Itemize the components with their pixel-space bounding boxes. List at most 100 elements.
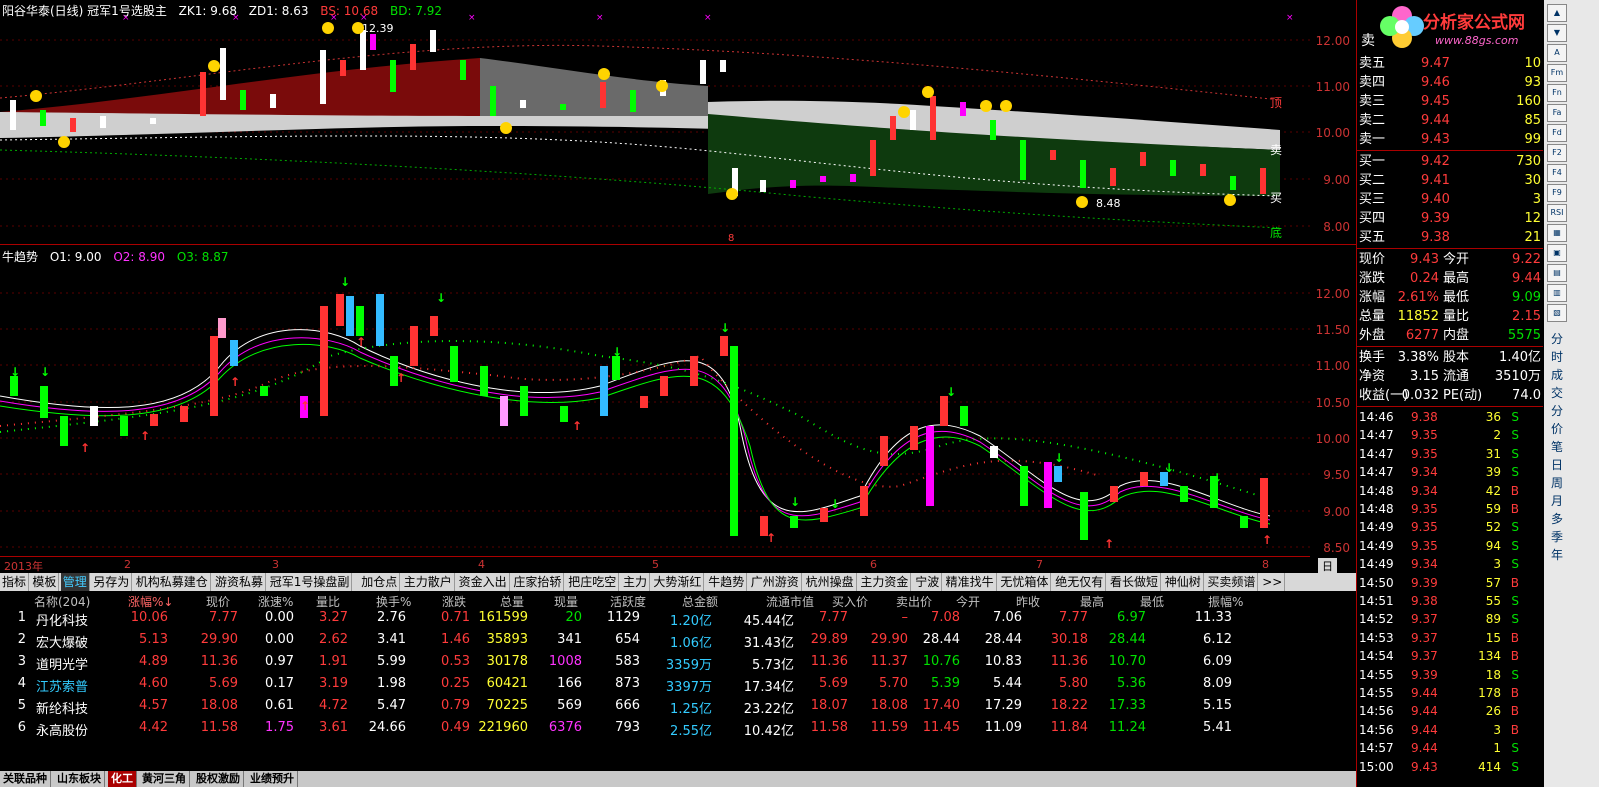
sector-tab[interactable]: 黄河三角 [139, 771, 190, 787]
indicator-tab[interactable]: 另存为 [91, 573, 133, 591]
side-tool-button[interactable]: ▣ [1547, 244, 1567, 262]
bid-level-row[interactable]: 买五 9.38 21 [1357, 228, 1543, 247]
indicator-tab[interactable]: 把庄吃空 [566, 573, 620, 591]
bid-level-row[interactable]: 买四 9.39 12 [1357, 209, 1543, 228]
sector-tab[interactable]: 山东板块 [54, 771, 105, 787]
indicator-tab[interactable]: 主力资金 [858, 573, 912, 591]
indicator-tab[interactable]: 牛趋势 [706, 573, 748, 591]
column-header[interactable]: 昨收 [1016, 593, 1040, 610]
side-tool-button[interactable]: ▤ [1547, 264, 1567, 282]
column-header[interactable]: 量比 [316, 593, 340, 610]
indicator-tab[interactable]: 买卖频谱 [1205, 573, 1259, 591]
column-header[interactable]: 现价 [206, 593, 230, 610]
tick-row[interactable]: 14:48 9.35 59 B [1357, 500, 1543, 518]
table-row[interactable]: 2 宏大爆破 5.13 29.90 0.00 2.62 3.41 1.46 35893 341 65… [0, 632, 1356, 653]
table-row[interactable]: 4 江苏索普 4.60 5.69 0.17 3.19 1.98 0.25 60421 166 873… [0, 676, 1356, 697]
period-vertical-tab[interactable]: 成 [1548, 366, 1566, 383]
indicator-tab[interactable]: >> [1260, 573, 1286, 591]
indicator-tab[interactable]: 冠军1号操盘副 [268, 573, 353, 591]
indicator-tab[interactable]: 模板 [30, 573, 60, 591]
period-vertical-tab[interactable]: 价 [1548, 420, 1566, 437]
period-vertical-tab[interactable]: 分 [1548, 330, 1566, 347]
tick-row[interactable]: 14:48 9.34 42 B [1357, 482, 1543, 500]
tick-row[interactable]: 14:49 9.35 52 S [1357, 518, 1543, 536]
column-header[interactable]: 现量 [554, 593, 578, 610]
ask-level-row[interactable]: 卖一 9.43 99 [1357, 130, 1543, 149]
trend-indicator-svg[interactable]: ↓ ↓ ↑ ↑ ↑ ↑ ↓ ↑ ↑ ↓ ↓ ↑ ↓ ↓ ↑ ↓ ↓ ↓ ↓ ↑ ↓ ↓ ↑ [0, 246, 1310, 552]
tick-row[interactable]: 14:47 9.34 39 S [1357, 463, 1543, 481]
indicator-tab[interactable]: 杭州操盘 [804, 573, 857, 591]
tick-row[interactable]: 14:49 9.34 3 S [1357, 555, 1543, 573]
tick-row[interactable]: 14:57 9.44 1 S [1357, 739, 1543, 757]
column-header[interactable]: 换手% [376, 593, 411, 610]
indicator-tab[interactable]: 无忧箱体 [998, 573, 1052, 591]
ask-level-row[interactable]: 卖五 9.47 10 [1357, 54, 1543, 73]
period-vertical-tab[interactable]: 多 [1548, 510, 1566, 527]
indicator-tab[interactable]: 机构私募建仓 [134, 573, 211, 591]
column-header[interactable]: 总量 [500, 593, 524, 610]
sector-tab[interactable]: 业绩预升 [247, 771, 298, 787]
indicator-tab[interactable]: 资金入出 [457, 573, 510, 591]
period-vertical-tab[interactable]: 笔 [1548, 438, 1566, 455]
indicator-tab[interactable]: 庄家抬轿 [511, 573, 565, 591]
side-tool-button[interactable]: Fm [1547, 64, 1567, 82]
side-tool-button[interactable]: Fd [1547, 124, 1567, 142]
tick-row[interactable]: 14:50 9.39 57 B [1357, 574, 1543, 592]
period-vertical-tab[interactable]: 交 [1548, 384, 1566, 401]
tick-row[interactable]: 14:51 9.38 55 S [1357, 592, 1543, 610]
indicator-tab[interactable]: 看长做短 [1108, 573, 1162, 591]
column-header[interactable]: 涨跌 [442, 593, 466, 610]
tick-row[interactable]: 14:55 9.39 18 S [1357, 666, 1543, 684]
tick-row[interactable]: 14:49 9.35 94 S [1357, 537, 1543, 555]
column-header[interactable]: 卖出价 [896, 593, 932, 610]
indicator-tab[interactable]: 绝无仅有 [1053, 573, 1107, 591]
side-tool-button[interactable]: F4 [1547, 164, 1567, 182]
indicator-tab[interactable]: 管理 [60, 573, 90, 591]
sector-tab[interactable]: 化工 [108, 771, 137, 787]
indicator-tab[interactable]: 神仙树 [1163, 573, 1204, 591]
period-vertical-tab[interactable]: 时 [1548, 348, 1566, 365]
tick-row[interactable]: 14:47 9.35 2 S [1357, 426, 1543, 444]
main-kline-chart[interactable]: × × × × × × × × 阳谷华泰(日线) 冠军1号选股主 ZK1: 9.68 ZD1:… [0, 0, 1310, 244]
side-tool-button[interactable]: Fn [1547, 84, 1567, 102]
indicator-tab[interactable]: 宁波 [913, 573, 943, 591]
column-header[interactable]: 流通市值 [766, 593, 814, 610]
ask-level-row[interactable]: 卖三 9.45 160 [1357, 92, 1543, 111]
tick-row[interactable]: 14:52 9.37 89 S [1357, 610, 1543, 628]
indicator-tab[interactable]: 加仓点 [359, 573, 401, 591]
sector-tab[interactable]: 关联品种 [0, 771, 51, 787]
side-tool-button[interactable]: RSI [1547, 204, 1567, 222]
column-header[interactable]: 最高 [1080, 593, 1104, 610]
column-header[interactable]: 总金额 [682, 593, 718, 610]
side-tool-button[interactable]: ▼ [1547, 24, 1567, 42]
bid-level-row[interactable]: 买三 9.40 3 [1357, 190, 1543, 209]
period-vertical-tab[interactable]: 日 [1548, 456, 1566, 473]
column-header[interactable]: 买入价 [832, 593, 868, 610]
indicator-tab[interactable]: 广州游资 [749, 573, 802, 591]
side-tool-button[interactable]: ▥ [1547, 284, 1567, 302]
indicator-tab[interactable]: 主力 [621, 573, 651, 591]
side-tool-button[interactable]: ▲ [1547, 4, 1567, 22]
period-vertical-tab[interactable]: 分 [1548, 402, 1566, 419]
tick-row[interactable]: 15:00 9.43 414 S [1357, 758, 1543, 776]
tick-row[interactable]: 14:47 9.35 31 S [1357, 445, 1543, 463]
table-row[interactable]: 5 新纶科技 4.57 18.08 0.61 4.72 5.47 0.79 70225 569 66… [0, 698, 1356, 719]
side-tool-button[interactable]: Fa [1547, 104, 1567, 122]
bid-level-row[interactable]: 买二 9.41 30 [1357, 171, 1543, 190]
period-vertical-tab[interactable]: 季 [1548, 528, 1566, 545]
column-header[interactable]: 涨速% [258, 593, 293, 610]
side-tool-button[interactable]: ▦ [1547, 224, 1567, 242]
tick-row[interactable]: 14:46 9.38 36 S [1357, 408, 1543, 426]
table-row[interactable]: 1 丹化科技 10.06 7.77 0.00 3.27 2.76 0.71 161599 20 11… [0, 610, 1356, 631]
indicator-tab[interactable]: 大势渐红 [651, 573, 705, 591]
table-row[interactable]: 6 永高股份 4.42 11.58 1.75 3.61 24.66 0.49 221960 637… [0, 720, 1356, 741]
sector-tab[interactable]: 股权激励 [193, 771, 244, 787]
period-vertical-tab[interactable]: 周 [1548, 474, 1566, 491]
trend-indicator-chart[interactable]: ↓ ↓ ↑ ↑ ↑ ↑ ↓ ↑ ↑ ↓ ↓ ↑ ↓ ↓ ↑ ↓ ↓ ↓ ↓ ↑ ↓ ↓ ↑ 牛趋势 O1: 9.00 O2:… [0, 246, 1310, 552]
ask-level-row[interactable]: 卖四 9.46 93 [1357, 73, 1543, 92]
indicator-tab[interactable]: 指标 [0, 573, 30, 591]
column-header[interactable]: 名称(204) [34, 593, 90, 610]
column-header[interactable]: 最低 [1140, 593, 1164, 610]
side-tool-button[interactable]: ▧ [1547, 304, 1567, 322]
ask-level-row[interactable]: 卖二 9.44 85 [1357, 111, 1543, 130]
